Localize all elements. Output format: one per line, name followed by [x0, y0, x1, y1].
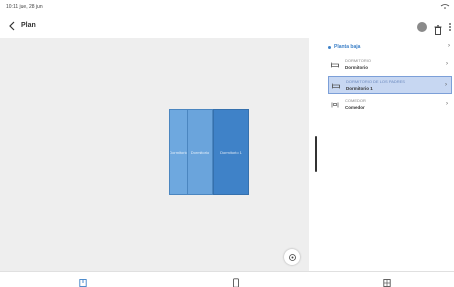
trash-icon	[434, 25, 442, 35]
list-item[interactable]: DORMITORIO Dormitorio ›	[328, 56, 452, 74]
target-icon	[288, 253, 296, 261]
room-type: COMEDOR	[345, 98, 366, 103]
bottom-navigation	[0, 271, 454, 287]
status-time: 10:11 jue, 28 jun	[6, 4, 43, 10]
nav-grid[interactable]	[383, 275, 391, 287]
bed-icon	[332, 83, 340, 89]
room-shape[interactable]: Dormitorio	[169, 109, 188, 195]
room-name: Dormitorio 1	[346, 86, 373, 91]
room-list-panel: Planta baja › DORMITORIO Dormitorio › DO…	[324, 38, 454, 271]
center-view-button[interactable]	[284, 249, 300, 265]
page-title: Plan	[21, 22, 36, 29]
room-label: Dormitorio 1	[220, 149, 242, 155]
floor-plan-canvas[interactable]: Dormitorio Dormitorio Dormitorio 1	[0, 38, 309, 271]
more-vertical-icon	[449, 23, 451, 31]
chevron-left-icon	[9, 21, 15, 31]
list-item[interactable]: COMEDOR Comedor ›	[328, 96, 452, 114]
room-name: Comedor	[345, 105, 365, 110]
room-name: Dormitorio	[345, 65, 368, 70]
avatar[interactable]	[417, 22, 427, 32]
room-type: DORMITORIO DE LOS PADRES	[346, 79, 405, 84]
room-shape-selected[interactable]: Dormitorio 1	[213, 109, 249, 195]
chevron-right-icon: ›	[446, 101, 448, 107]
more-options-button[interactable]	[448, 22, 454, 32]
floor-selector[interactable]: Planta baja ›	[324, 42, 454, 54]
chevron-right-icon: ›	[445, 82, 447, 88]
app-bar: Plan	[0, 14, 454, 38]
floor-plan-icon	[79, 279, 87, 287]
room-label: Dormitorio	[169, 149, 188, 155]
nav-plan[interactable]	[79, 275, 87, 287]
panel-resize-handle[interactable]	[315, 136, 317, 172]
room-shape[interactable]: Dormitorio	[187, 109, 213, 195]
chevron-right-icon: ›	[446, 61, 448, 67]
room-label: Dormitorio	[190, 149, 210, 155]
status-icons	[440, 4, 450, 11]
grid-icon	[383, 279, 391, 287]
nav-device[interactable]	[232, 275, 240, 287]
wifi-icon	[440, 4, 450, 9]
room-type: DORMITORIO	[345, 58, 371, 63]
bed-icon	[331, 62, 339, 68]
delete-button[interactable]	[434, 22, 442, 35]
dining-icon	[331, 102, 339, 108]
list-item-selected[interactable]: DORMITORIO DE LOS PADRES Dormitorio 1 ›	[328, 76, 452, 94]
chevron-right-icon: ›	[448, 43, 450, 49]
status-bar: 10:11 jue, 28 jun	[0, 0, 454, 14]
floor-label: Planta baja	[334, 44, 361, 50]
back-button[interactable]	[8, 20, 18, 32]
phone-icon	[233, 278, 239, 287]
floor-indicator-dot	[328, 46, 331, 49]
